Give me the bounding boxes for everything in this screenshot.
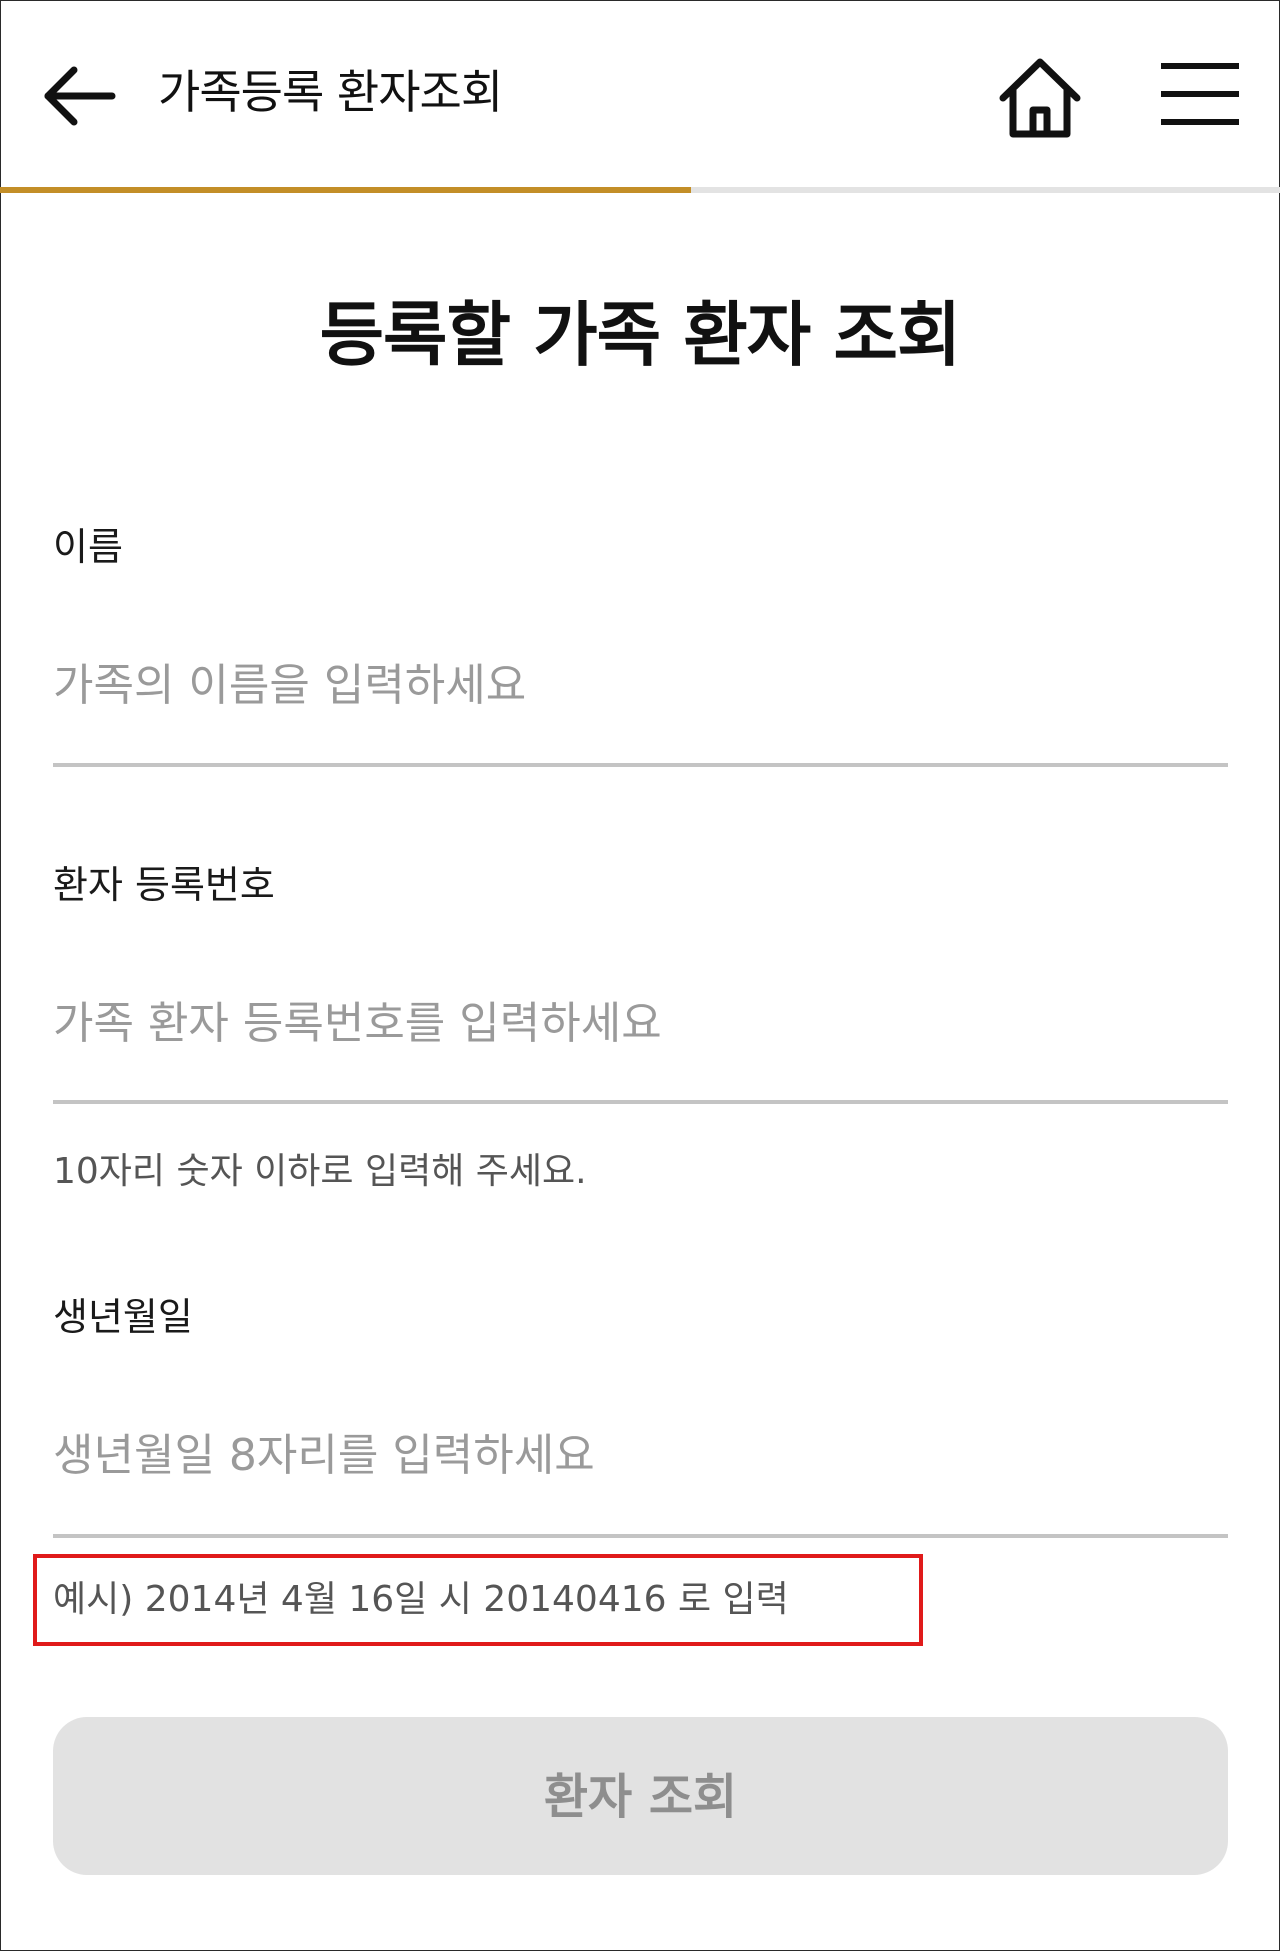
name-input[interactable] <box>53 640 1228 730</box>
progress-bar <box>0 187 1280 193</box>
registration-helper-text: 10자리 숫자 이하로 입력해 주세요. <box>53 1151 587 1192</box>
birthdate-input-underline <box>53 1534 1228 1538</box>
back-button[interactable] <box>40 56 120 136</box>
home-icon <box>999 58 1081 138</box>
page-title: 등록할 가족 환자 조회 <box>319 294 962 376</box>
name-label: 이름 <box>53 525 123 569</box>
birthdate-example-text: 예시) 2014년 4월 16일 시 20140416 로 입력 <box>53 1579 789 1620</box>
progress-bar-fill <box>0 187 692 193</box>
hamburger-menu-icon <box>1161 63 1239 125</box>
patient-search-button[interactable]: 환자 조회 <box>53 1717 1228 1875</box>
menu-button[interactable] <box>1160 58 1240 130</box>
app-header: 가족등록 환자조회 <box>0 0 1280 186</box>
registration-input-underline <box>53 1100 1228 1104</box>
home-button[interactable] <box>995 54 1085 144</box>
registration-input[interactable] <box>53 978 1228 1068</box>
header-title: 가족등록 환자조회 <box>158 65 503 119</box>
birthdate-input[interactable] <box>53 1410 1228 1500</box>
birthdate-label: 생년월일 <box>53 1295 193 1339</box>
arrow-left-icon <box>44 66 116 126</box>
name-input-underline <box>53 763 1228 767</box>
registration-label: 환자 등록번호 <box>53 863 275 907</box>
